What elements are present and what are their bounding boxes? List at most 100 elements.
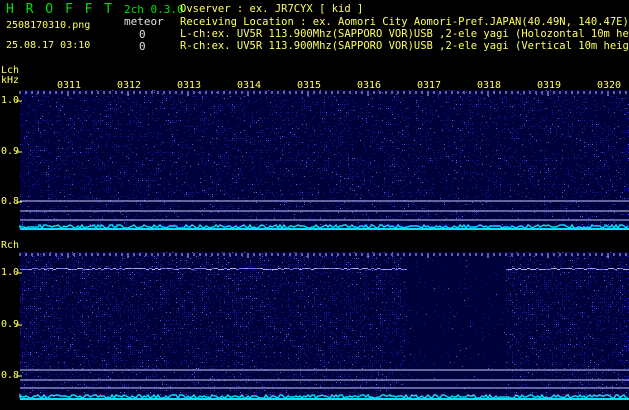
lch-noise-pixel [494,118,495,119]
lch-noise-pixel [218,104,219,105]
lch-noise-pixel [560,208,561,209]
lch-noise-pixel [110,188,111,189]
lch-noise-pixel [176,174,177,175]
lch-noise-pixel [114,216,115,217]
lch-noise-pixel [158,118,159,119]
lch-noise-pixel [482,172,483,173]
lch-noise-pixel [294,144,295,145]
lch-noise-pixel [416,160,417,161]
lch-noise-pixel [306,128,307,129]
lch-noise-pixel [224,156,225,157]
lch-noise-pixel [48,196,49,197]
lch-noise-pixel [416,130,417,131]
lch-noise-pixel [202,110,203,111]
lch-noise-pixel [556,92,557,93]
lch-noise-pixel [562,156,563,157]
lch-noise-pixel [500,158,501,159]
lch-noise-pixel [132,198,133,199]
lch-noise-pixel [36,114,37,115]
lch-noise-pixel [238,208,239,209]
lch-noise-pixel [386,194,387,195]
lch-noise-pixel [24,174,25,175]
lch-noise-pixel [34,170,35,171]
lch-noise-pixel [440,94,441,95]
lch-noise-pixel [342,186,343,187]
lch-noise-pixel [466,160,467,161]
lch-noise-pixel [404,186,405,187]
lch-noise-pixel [158,100,159,101]
lch-noise-pixel [24,214,25,215]
lch-noise-pixel [70,120,71,121]
lch-noise-pixel [476,196,477,197]
lch-noise-pixel [60,152,61,153]
lch-noise-pixel [438,172,439,173]
lch-noise-pixel [208,120,209,121]
lch-noise-pixel [472,218,473,219]
lch-noise-pixel [108,190,109,191]
lch-noise-pixel [460,212,461,213]
lch-noise-pixel [48,216,49,217]
lch-noise-pixel [104,110,105,111]
lch-noise-pixel [222,162,223,163]
lch-noise-pixel [268,172,269,173]
lch-noise-pixel [288,92,289,93]
lch-noise-pixel [128,130,129,131]
lch-noise-pixel [436,92,437,93]
lch-noise-pixel [110,156,111,157]
lch-noise-pixel [602,98,603,99]
lch-noise-pixel [246,140,247,141]
lch-noise-pixel [132,110,133,111]
lch-noise-pixel [342,142,343,143]
lch-noise-pixel [282,120,283,121]
lch-noise-pixel [324,128,325,129]
lch-noise-pixel [216,142,217,143]
lch-noise-pixel [298,168,299,169]
lch-noise-pixel [558,110,559,111]
lch-noise-pixel [110,178,111,179]
lch-noise-pixel [126,156,127,157]
lch-noise-pixel [466,172,467,173]
lch-noise-pixel [286,112,287,113]
lch-noise-pixel [526,166,527,167]
lch-noise-pixel [422,124,423,125]
lch-noise-pixel [480,146,481,147]
lch-noise-pixel [24,218,25,219]
lch-noise-pixel [546,158,547,159]
lch-noise-pixel [474,222,475,223]
lch-noise-pixel [418,108,419,109]
lch-noise-pixel [230,96,231,97]
lch-noise-pixel [222,126,223,127]
lch-noise-pixel [366,212,367,213]
lch-noise-pixel [462,120,463,121]
lch-noise-pixel [158,198,159,199]
lch-noise-pixel [464,122,465,123]
lch-noise-pixel [324,122,325,123]
lch-noise-pixel [464,172,465,173]
lch-noise-pixel [600,108,601,109]
lch-noise-pixel [528,110,529,111]
lch-noise-pixel [102,152,103,153]
lch-noise-pixel [98,120,99,121]
lch-noise-pixel [502,108,503,109]
lch-noise-pixel [216,194,217,195]
lch-noise-pixel [606,136,607,137]
lch-noise-pixel [50,94,51,95]
lch-noise-pixel [396,100,397,101]
lch-noise-pixel [74,218,75,219]
lch-noise-pixel [162,102,163,103]
lch-noise-pixel [540,172,541,173]
lch-noise-pixel [426,206,427,207]
lch-noise-pixel [188,130,189,131]
lch-noise-pixel [332,128,333,129]
lch-noise-pixel [124,176,125,177]
lch-noise-pixel [50,152,51,153]
lch-noise-pixel [446,180,447,181]
lch-noise-pixel [512,116,513,117]
lch-noise-pixel [204,198,205,199]
rch-noise-pixel [22,252,23,253]
lch-noise-pixel [562,102,563,103]
lch-noise-pixel [612,146,613,147]
lch-noise-pixel [348,114,349,115]
lch-noise-pixel [588,194,589,195]
lch-noise-pixel [216,182,217,183]
